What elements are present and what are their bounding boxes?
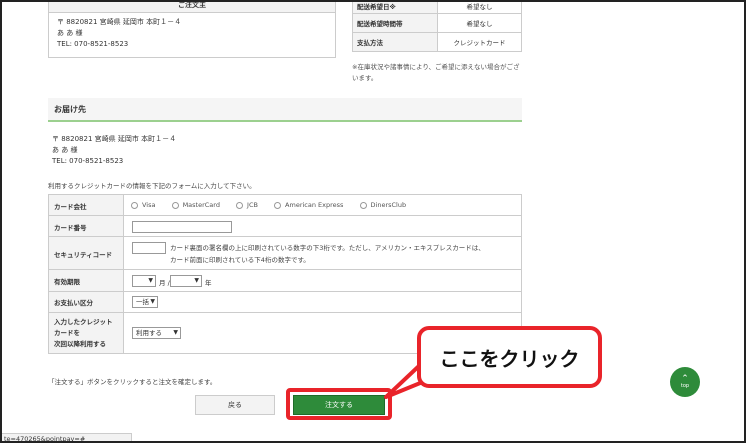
radio-jcb[interactable]: JCB	[236, 201, 258, 209]
browser-status-bar: te=470265&pointpay=#	[2, 433, 132, 441]
dropdown-arrow-icon: ▼	[150, 298, 155, 305]
order-button-highlight	[286, 388, 392, 420]
orderer-header: ご注文主	[49, 2, 335, 13]
installment-select[interactable]: 一括 ▼	[132, 296, 158, 308]
security-code-input[interactable]	[132, 242, 166, 254]
card-number-label: カード番号	[54, 224, 87, 232]
back-button[interactable]: 戻る	[195, 395, 275, 415]
back-to-top-button[interactable]: ⌃ top	[670, 367, 700, 397]
table-row: 配送希望時間帯 希望なし	[352, 13, 522, 33]
shipping-name: あ あ 様	[52, 146, 78, 154]
shipping-title-bar: お届け先	[48, 98, 522, 122]
radio-icon	[236, 201, 244, 209]
table-row: 配送希望日※ 希望なし	[352, 2, 522, 14]
table-row: 支払方法 クレジットカード	[352, 32, 522, 52]
card-number-input[interactable]	[132, 221, 232, 233]
confirm-text: 「注文する」ボタンをクリックすると注文を確定します。	[48, 378, 217, 386]
click-here-callout: ここをクリック	[417, 326, 602, 388]
dropdown-arrow-icon: ▼	[148, 277, 153, 284]
save-card-select[interactable]: 利用する ▼	[132, 327, 181, 339]
radio-mastercard[interactable]: MasterCard	[171, 201, 220, 209]
card-company-label: カード会社	[54, 203, 87, 211]
shipping-tel: TEL: 070-8521-8523	[52, 157, 124, 165]
radio-amex[interactable]: American Express	[274, 201, 343, 209]
dropdown-arrow-icon: ▼	[173, 329, 178, 336]
shipping-title: お届け先	[54, 105, 86, 114]
radio-icon	[131, 201, 138, 209]
orderer-tel: TEL: 070-8521-8523	[57, 40, 129, 48]
dropdown-arrow-icon: ▼	[194, 277, 199, 284]
chevron-up-icon: ⌃	[681, 374, 689, 384]
browser-window: ご注文主 〒 8820821 宮崎県 延岡市 本町１－４ あ あ 様 TEL: …	[0, 0, 746, 443]
expiry-year-select[interactable]: ▼	[170, 275, 202, 287]
security-code-help: カード裏面の署名欄の上に印刷されている数字の下3桁です。ただし、アメリカン・エキ…	[170, 244, 485, 264]
radio-icon	[274, 201, 282, 209]
expiry-month-unit: 月 /	[159, 279, 170, 287]
delivery-note: ※在庫状況や諸事情により、ご希望に添えない場合がございます。	[352, 63, 520, 82]
radio-visa[interactable]: Visa	[131, 201, 155, 209]
orderer-box: ご注文主 〒 8820821 宮崎県 延岡市 本町１－４ あ あ 様 TEL: …	[48, 2, 336, 58]
save-card-label: 入力したクレジット カードを 次回以降利用する	[54, 318, 113, 348]
orderer-postal: 〒 8820821 宮崎県 延岡市 本町１－４	[57, 18, 182, 26]
card-company-options: Visa MasterCard JCB American Express Din…	[131, 201, 406, 209]
security-code-label: セキュリティコード	[54, 251, 113, 259]
radio-diners[interactable]: DinersClub	[359, 201, 406, 209]
delivery-info-table: 配送希望日※ 希望なし 配送希望時間帯 希望なし 支払方法 クレジットカード	[352, 2, 522, 52]
expiry-year-unit: 年	[205, 279, 212, 287]
shipping-postal: 〒 8820821 宮崎県 延岡市 本町１－４	[52, 135, 177, 143]
expiry-month-select[interactable]: ▼	[132, 275, 156, 287]
expiry-label: 有効期限	[54, 278, 80, 286]
radio-icon	[171, 201, 179, 209]
radio-icon	[359, 201, 367, 209]
installment-label: お支払い区分	[54, 299, 93, 307]
orderer-name: あ あ 様	[57, 29, 83, 37]
card-form-intro: 利用するクレジットカードの情報を下記のフォームに入力して下さい。	[48, 182, 256, 190]
